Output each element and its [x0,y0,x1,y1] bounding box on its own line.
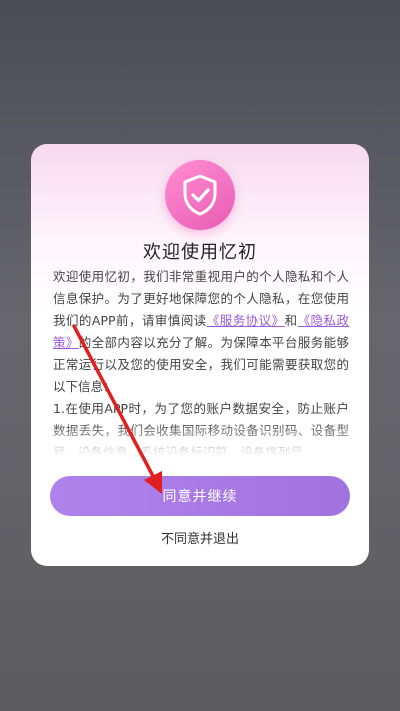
shield-check-icon [165,160,235,230]
service-agreement-link[interactable]: 《服务协议》 [207,313,285,328]
privacy-text-scroll[interactable]: 欢迎使用忆初，我们非常重视用户的个人隐私和个人信息保护。为了更好地保障您的个人隐… [53,266,349,456]
privacy-paragraph-2: 1.在使用APP时，为了您的账户数据安全，防止账户数据丢失，我们会收集国际移动设… [53,401,349,456]
dialog-title: 欢迎使用忆初 [143,242,257,263]
and-text: 和 [284,313,298,328]
disagree-exit-button[interactable]: 不同意并退出 [31,528,369,547]
agree-continue-button[interactable]: 同意并继续 [50,476,350,516]
privacy-paragraph: 欢迎使用忆初，我们非常重视用户的个人隐私和个人信息保护。为了更好地保障您的个人隐… [53,266,349,398]
privacy-text-continued: 的全部内容以充分了解。为保障本平台服务能够正常运行以及您的使用安全，我们可能需要… [53,335,349,394]
privacy-dialog: 欢迎使用忆初 欢迎使用忆初，我们非常重视用户的个人隐私和个人信息保护。为了更好地… [31,144,369,566]
